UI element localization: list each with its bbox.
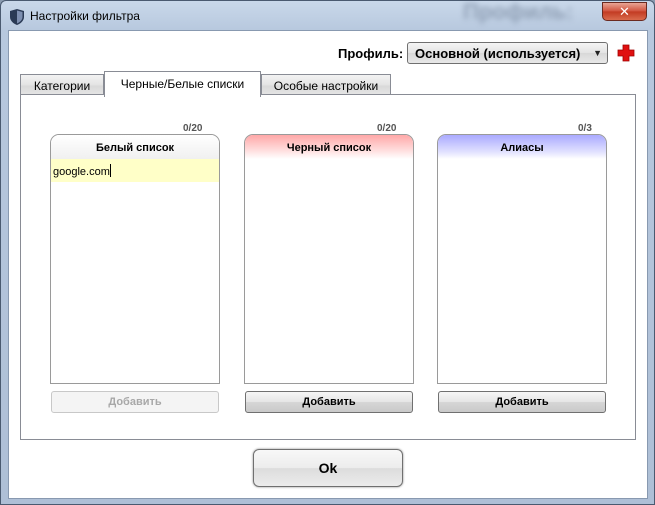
window-title: Настройки фильтра [30, 9, 140, 23]
tab-categories[interactable]: Категории [20, 74, 104, 96]
aliases-box[interactable]: Алиасы [437, 134, 607, 384]
blurred-background-text: Профиль: [463, 0, 574, 24]
filter-settings-window: Настройки фильтра Профиль: ✕ Профиль: Ос… [0, 0, 655, 505]
ok-button[interactable]: Ok [253, 449, 403, 487]
white-list-box[interactable]: Белый список google.com [50, 134, 220, 384]
tab-panel-lists: 0/20 Белый список google.com Добавить 0/… [20, 94, 636, 440]
profile-select[interactable]: Основной (используется) ▼ [407, 42, 608, 64]
aliases-add-button[interactable]: Добавить [438, 391, 606, 413]
add-profile-plus-icon[interactable] [617, 44, 635, 62]
profile-label: Профиль: [338, 46, 404, 61]
aliases-counter: 0/3 [578, 123, 592, 134]
black-list-counter: 0/20 [377, 123, 397, 134]
client-area: Профиль: Основной (используется) ▼ Катег… [8, 30, 648, 499]
tab-special-settings[interactable]: Особые настройки [261, 74, 391, 96]
shield-icon [10, 9, 24, 25]
chevron-down-icon: ▼ [593, 48, 602, 58]
white-list-entry-text: google.com [53, 166, 110, 178]
black-list-header: Черный список [245, 135, 413, 159]
tab-black-white-lists[interactable]: Черные/Белые списки [104, 71, 261, 97]
white-list-entry[interactable]: google.com [51, 159, 219, 182]
title-bar[interactable]: Настройки фильтра Профиль: ✕ [1, 1, 654, 31]
black-list-add-button[interactable]: Добавить [245, 391, 413, 413]
close-button[interactable]: ✕ [602, 2, 647, 21]
white-list-counter: 0/20 [183, 123, 203, 134]
text-caret [109, 164, 111, 177]
white-list-header: Белый список [51, 135, 219, 159]
white-list-add-button[interactable]: Добавить [51, 391, 219, 413]
profile-selected-value: Основной (используется) [415, 46, 581, 61]
black-list-box[interactable]: Черный список [244, 134, 414, 384]
aliases-header: Алиасы [438, 135, 606, 159]
